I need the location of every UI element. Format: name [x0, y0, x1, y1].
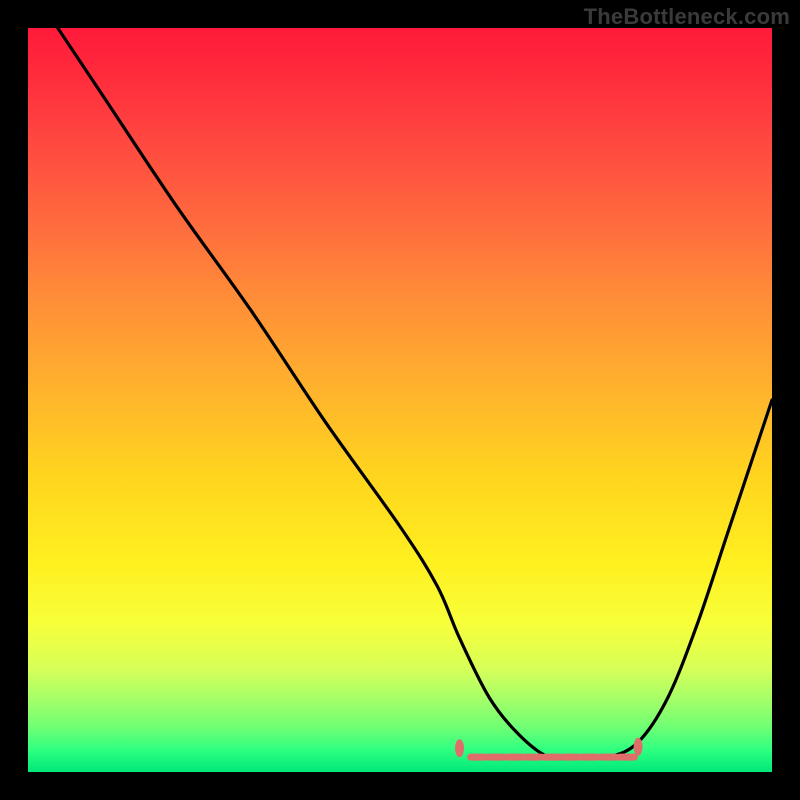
- optimal-range-left: [455, 739, 464, 757]
- plot-area: [28, 28, 772, 772]
- bottleneck-curve: [58, 28, 772, 759]
- chart-frame: TheBottleneck.com: [0, 0, 800, 800]
- chart-svg: [28, 28, 772, 772]
- watermark-text: TheBottleneck.com: [584, 4, 790, 30]
- optimal-range-right: [634, 738, 643, 756]
- bottleneck-curve-group: [58, 28, 772, 759]
